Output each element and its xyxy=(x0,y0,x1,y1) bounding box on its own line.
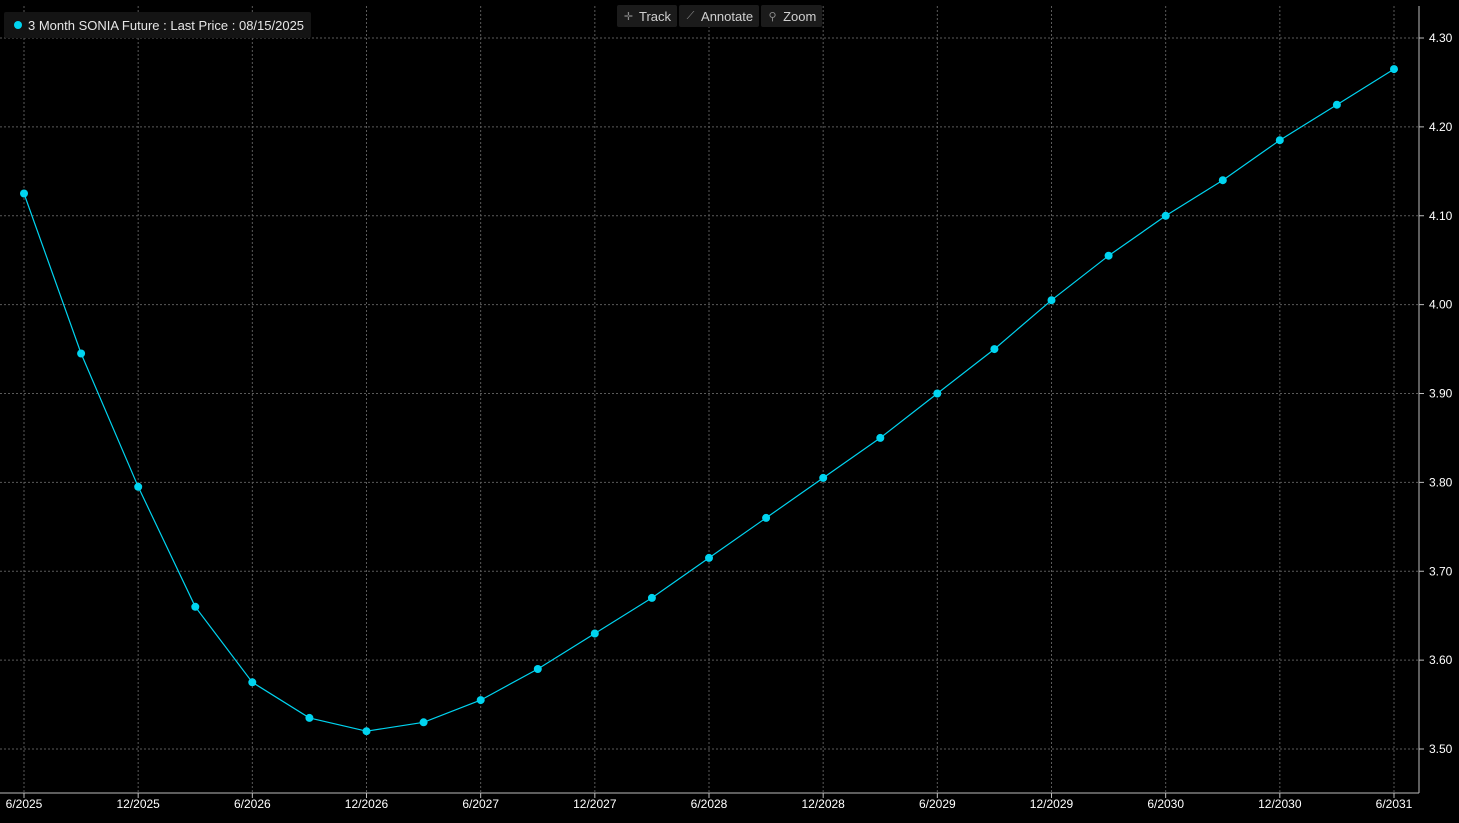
data-point xyxy=(134,482,143,491)
x-tick-label: 12/2026 xyxy=(345,797,389,811)
data-point xyxy=(362,727,371,736)
y-tick-label: 4.00 xyxy=(1429,298,1453,312)
data-point xyxy=(248,678,257,687)
y-tick-label: 4.20 xyxy=(1429,120,1453,134)
data-point xyxy=(762,513,771,522)
x-tick-label: 6/2028 xyxy=(691,797,728,811)
x-tick-label: 6/2030 xyxy=(1147,797,1184,811)
y-tick-label: 3.70 xyxy=(1429,564,1453,578)
data-point xyxy=(1390,65,1398,74)
legend-swatch xyxy=(14,21,22,29)
data-point xyxy=(20,189,28,198)
x-tick-label: 6/2027 xyxy=(462,797,499,811)
zoom-label: Zoom xyxy=(783,8,817,24)
pencil-icon: ⟋ xyxy=(686,9,695,22)
y-tick-label: 3.90 xyxy=(1429,387,1453,401)
y-tick-label: 3.80 xyxy=(1429,475,1453,489)
x-tick-label: 6/2029 xyxy=(919,797,956,811)
zoom-button[interactable]: ⚲ Zoom xyxy=(761,5,823,27)
data-point xyxy=(876,433,885,442)
x-tick-label: 12/2030 xyxy=(1258,797,1302,811)
track-button[interactable]: ✛ Track xyxy=(617,5,678,27)
crosshair-icon: ✛ xyxy=(623,10,634,23)
x-tick-label: 12/2025 xyxy=(116,797,160,811)
x-tick-label: 6/2031 xyxy=(1376,797,1413,811)
legend-label: 3 Month SONIA Future : Last Price : 08/1… xyxy=(28,17,305,33)
data-point xyxy=(933,389,942,398)
chart-area[interactable]: 6/2025 12/2025 6/2026 12/2026 6/2027 12/2027 6… xyxy=(0,0,1459,818)
data-point xyxy=(1161,211,1170,220)
data-point xyxy=(1275,136,1284,145)
data-point xyxy=(590,629,599,638)
chart-plot: 6/2025 12/2025 6/2026 12/2026 6/2027 12/2027 6… xyxy=(0,6,1453,811)
x-tick-label: 12/2029 xyxy=(1030,797,1074,811)
chart-toolbar: ✛ Track ⟋ Annotate ⚲ Zoom xyxy=(617,5,823,27)
annotate-button[interactable]: ⟋ Annotate xyxy=(679,5,760,27)
magnifier-icon: ⚲ xyxy=(768,10,777,23)
x-tick-label: 12/2027 xyxy=(573,797,617,811)
annotate-label: Annotate xyxy=(701,8,754,24)
data-point xyxy=(647,593,656,602)
x-tick-label: 6/2025 xyxy=(6,797,43,811)
data-point xyxy=(191,602,200,611)
y-tick-label: 4.10 xyxy=(1429,209,1453,223)
data-point xyxy=(419,718,428,727)
data-point xyxy=(77,349,86,358)
data-point xyxy=(1104,251,1113,260)
y-tick-label: 3.50 xyxy=(1429,742,1453,756)
y-tick-label: 4.30 xyxy=(1429,31,1453,45)
data-point xyxy=(819,473,828,482)
data-point xyxy=(705,553,713,562)
data-point xyxy=(305,713,314,722)
data-point xyxy=(1332,100,1341,109)
x-tick-label: 12/2028 xyxy=(801,797,845,811)
legend[interactable]: 3 Month SONIA Future : Last Price : 08/1… xyxy=(4,12,312,38)
grid-lines xyxy=(0,6,1419,793)
x-tick-label: 6/2026 xyxy=(234,797,271,811)
data-point xyxy=(1047,296,1056,305)
data-point xyxy=(1218,176,1227,185)
data-point xyxy=(533,665,542,673)
data-point xyxy=(476,696,485,705)
y-tick-label: 3.60 xyxy=(1429,653,1453,667)
data-point xyxy=(990,345,999,354)
track-label: Track xyxy=(639,8,672,24)
